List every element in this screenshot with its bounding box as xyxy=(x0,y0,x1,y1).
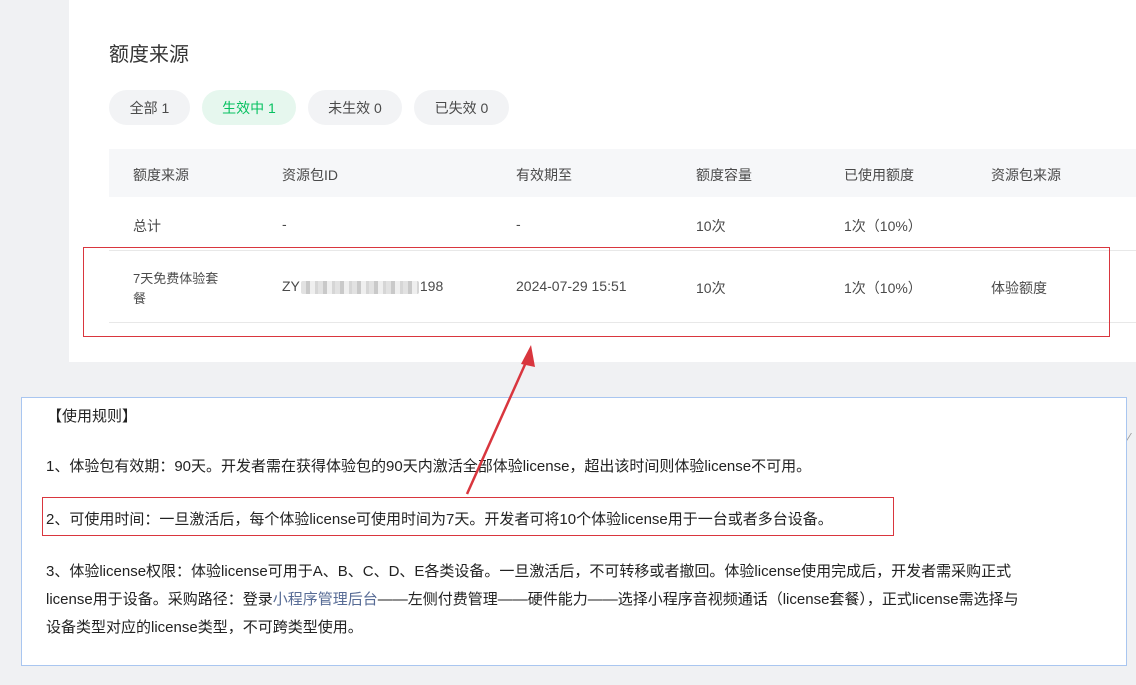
rule-3-text-pre: license用于设备。采购路径：登录 xyxy=(46,591,273,608)
total-id: - xyxy=(282,216,287,232)
header-capacity: 额度容量 xyxy=(696,167,752,183)
status-tabs: 全部 1 生效中 1 未生效 0 已失效 0 xyxy=(109,90,509,125)
header-package-id: 资源包ID xyxy=(282,167,338,183)
highlight-box-rule-2 xyxy=(42,497,894,536)
tab-expired[interactable]: 已失效 0 xyxy=(414,90,509,125)
rule-3-line2: license用于设备。采购路径：登录小程序管理后台——左侧付费管理——硬件能力… xyxy=(46,587,1019,613)
tab-active[interactable]: 生效中 1 xyxy=(202,90,296,125)
highlight-box-package-row xyxy=(83,247,1110,337)
header-expiry: 有效期至 xyxy=(516,167,572,183)
tab-pending[interactable]: 未生效 0 xyxy=(308,90,402,125)
rule-3-text-post: ——左侧付费管理——硬件能力——选择小程序音视频通话（license套餐），正式… xyxy=(377,591,1019,608)
rule-1: 1、体验包有效期：90天。开发者需在获得体验包的90天内激活全部体验licens… xyxy=(46,458,812,475)
clipped-panel-fragment: ⁄ xyxy=(1128,430,1131,445)
rule-3-line3: 设备类型对应的license类型，不可跨类型使用。 xyxy=(46,619,363,636)
rules-title: 【使用规则】 xyxy=(47,408,138,425)
page-title: 额度来源 xyxy=(109,44,189,66)
table-header xyxy=(109,149,1136,197)
header-used: 已使用额度 xyxy=(844,167,914,183)
total-source: 总计 xyxy=(133,218,161,234)
tab-all[interactable]: 全部 1 xyxy=(109,90,190,125)
total-capacity: 10次 xyxy=(696,218,726,234)
total-expiry: - xyxy=(516,216,521,232)
header-origin: 资源包来源 xyxy=(991,167,1061,183)
total-used: 1次（10%） xyxy=(844,218,922,234)
header-source: 额度来源 xyxy=(133,167,189,183)
mini-program-admin-link[interactable]: 小程序管理后台 xyxy=(273,591,378,608)
rule-3-line1: 3、体验license权限：体验license可用于A、B、C、D、E各类设备。… xyxy=(46,563,1012,580)
